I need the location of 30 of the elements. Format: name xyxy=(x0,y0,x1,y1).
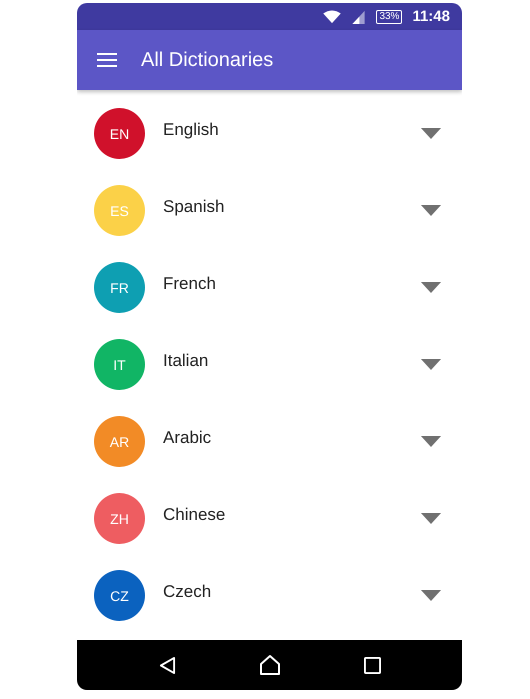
language-name: Chinese xyxy=(163,504,226,524)
dropdown-caret-icon[interactable] xyxy=(420,282,442,293)
dropdown-caret-icon[interactable] xyxy=(420,128,442,139)
dropdown-caret-icon[interactable] xyxy=(420,513,442,524)
language-name: Arabic xyxy=(163,428,212,448)
recents-icon[interactable] xyxy=(364,656,380,674)
language-badge: ZH xyxy=(94,493,145,544)
language-badge: ES xyxy=(94,185,145,236)
language-badge: FR xyxy=(94,262,145,313)
dropdown-caret-icon[interactable] xyxy=(420,436,442,447)
language-badge: CZ xyxy=(94,570,145,621)
home-icon[interactable] xyxy=(258,654,280,676)
dropdown-caret-icon[interactable] xyxy=(420,205,442,216)
clock: 11:48 xyxy=(412,8,450,25)
menu-icon[interactable] xyxy=(97,53,117,67)
wifi-icon xyxy=(323,10,342,24)
signal-icon xyxy=(351,10,366,24)
language-name: English xyxy=(163,120,220,140)
language-badge: EN xyxy=(94,108,145,159)
dropdown-caret-icon[interactable] xyxy=(420,359,442,370)
language-badge: IT xyxy=(94,339,145,390)
language-name: Italian xyxy=(163,350,210,370)
language-name: Czech xyxy=(163,582,212,602)
battery-indicator: 33% xyxy=(376,10,402,24)
dropdown-caret-icon[interactable] xyxy=(420,590,442,601)
language-name: Spanish xyxy=(163,196,226,216)
language-name: French xyxy=(163,274,217,294)
app-title: All Dictionaries xyxy=(141,48,274,72)
back-icon[interactable] xyxy=(158,656,176,674)
language-badge: AR xyxy=(94,416,145,467)
